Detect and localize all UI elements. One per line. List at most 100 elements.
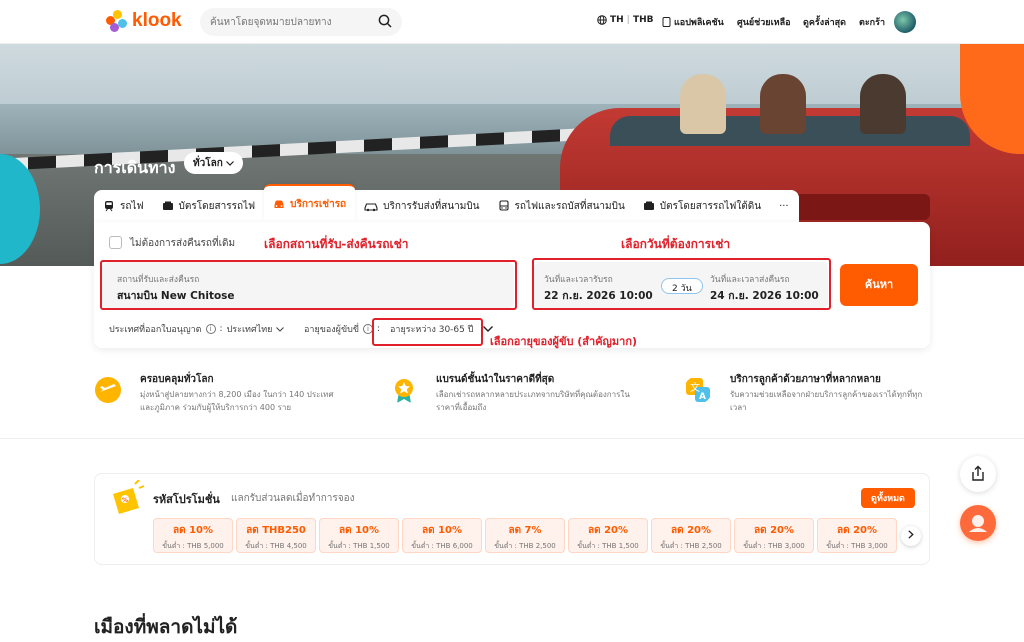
help-label: ศูนย์ช่วยเหลือ <box>737 18 791 28</box>
tab-label: บัตรโดยสารรถไฟ <box>178 200 256 212</box>
license-value: ประเทศไทย <box>226 325 273 335</box>
hero-passenger <box>860 74 906 134</box>
share-button[interactable] <box>960 456 996 492</box>
coupon-minimum: ขั้นต่ำ : THB 5,000 <box>162 542 224 550</box>
app-link[interactable]: แอปพลิเคชัน <box>662 15 724 29</box>
tab-label: รถไฟและรถบัสที่สนามบิน <box>514 200 625 212</box>
user-avatar[interactable] <box>894 11 916 33</box>
more-tabs-button[interactable]: ··· <box>770 190 798 222</box>
support-agent-icon <box>969 515 987 532</box>
tab-airport-bus[interactable]: รถไฟและรถบัสที่สนามบิน <box>489 190 634 222</box>
annotation-location: เลือกสถานที่รับ-ส่งคืนรถเช่า <box>264 237 409 251</box>
license-label: ประเทศที่ออกใบอนุญาต <box>109 325 202 335</box>
coupon-list: ลด 10% ขั้นต่ำ : THB 5,000 ลด THB250 ขั้นต… <box>153 518 901 554</box>
chevron-down-icon <box>225 160 234 166</box>
promo-tag-icon: % <box>113 480 145 514</box>
promo-subtitle: แลกรับส่วนลดเมื่อทำการจอง <box>231 493 355 504</box>
language-currency-selector[interactable]: TH | THB <box>597 15 654 25</box>
svg-text:A: A <box>699 392 706 402</box>
coupon-card[interactable]: ลด THB250 ขั้นต่ำ : THB 4,500 <box>236 518 316 553</box>
see-all-promos-button[interactable]: ดูทั้งหมด <box>861 488 915 508</box>
search-icon[interactable] <box>378 14 392 28</box>
cart-label: ตะกร้า <box>859 18 886 28</box>
tab-train[interactable]: รถไฟ <box>94 190 153 222</box>
airplane-icon <box>95 377 121 403</box>
recent-label: ดูครั้งล่าสุด <box>803 18 847 28</box>
medal-icon <box>395 379 413 403</box>
coupon-discount: ลด 10% <box>421 525 463 536</box>
chat-support-button[interactable] <box>960 505 996 541</box>
different-return-checkbox[interactable] <box>109 236 122 249</box>
coupon-card[interactable]: ลด 20% ขั้นต่ำ : THB 1,500 <box>568 518 648 553</box>
feature-title: แบรนด์ชั้นนำในราคาดีที่สุด <box>436 374 555 385</box>
tab-label: บริการเช่ารถ <box>290 198 347 210</box>
translate-icon: 文A <box>686 378 710 402</box>
coupon-card[interactable]: ลด 10% ขั้นต่ำ : THB 6,000 <box>402 518 482 553</box>
search-button[interactable]: ค้นหา <box>840 264 918 306</box>
tab-label: บริการรับส่งที่สนามบิน <box>383 200 480 212</box>
svg-text:%: % <box>122 497 128 504</box>
coupon-minimum: ขั้นต่ำ : THB 4,500 <box>245 542 307 550</box>
coupon-card[interactable]: ลด 20% ขั้นต่ำ : THB 3,000 <box>817 518 897 553</box>
coupon-card[interactable]: ลด 20% ขั้นต่ำ : THB 2,500 <box>651 518 731 553</box>
features-row: ครอบคลุมทั่วโลก มุ่งหน้าสู่ปลายทางกว่า 8… <box>94 372 930 428</box>
help-center-link[interactable]: ศูนย์ช่วยเหลือ <box>737 15 791 29</box>
promo-code-section: % รหัสโปรโมชั่น แลกรับส่วนลดเมื่อทำการจอ… <box>94 473 930 565</box>
region-label: ทั่วโลก <box>193 157 223 169</box>
recently-viewed-link[interactable]: ดูครั้งล่าสุด <box>803 15 846 29</box>
section-divider <box>0 438 1024 439</box>
coupon-minimum: ขั้นต่ำ : THB 3,000 <box>743 542 805 550</box>
page-title: การเดินทาง <box>94 158 176 177</box>
cart-link[interactable]: ตะกร้า <box>859 15 885 29</box>
coupon-card[interactable]: ลด 20% ขั้นต่ำ : THB 3,000 <box>734 518 814 553</box>
info-icon[interactable]: i <box>205 324 216 334</box>
phone-icon <box>662 17 671 27</box>
car-rental-search-form: ไม่ต้องการส่งคืนรถที่เดิม เลือกสถานที่รั… <box>94 222 930 348</box>
tab-rail-pass[interactable]: บัตรโดยสารรถไฟ <box>153 190 265 222</box>
feature-desc: รับความช่วยเหลือจากฝ่ายบริการลูกค้าของเร… <box>730 390 923 412</box>
share-icon <box>972 465 984 481</box>
annotation-box-location <box>100 260 517 310</box>
klook-logo[interactable]: klook <box>106 10 182 32</box>
coupon-minimum: ขั้นต่ำ : THB 6,000 <box>411 542 473 550</box>
coupon-minimum: ขั้นต่ำ : THB 1,500 <box>577 542 639 550</box>
currency-label: THB <box>632 15 654 25</box>
language-label: TH <box>610 15 624 25</box>
bus-icon <box>498 200 509 211</box>
globe-icon <box>597 15 607 25</box>
coupon-discount: ลด 20% <box>753 525 795 536</box>
coupon-minimum: ขั้นต่ำ : THB 3,000 <box>826 542 888 550</box>
region-selector[interactable]: ทั่วโลก <box>184 152 243 174</box>
annotation-age: เลือกอายุของผู้ขับ (สำคัญมาก) <box>490 335 638 348</box>
tab-airport-transfer[interactable]: บริการรับส่งที่สนามบิน <box>355 190 488 222</box>
coupon-minimum: ขั้นต่ำ : THB 1,500 <box>328 542 390 550</box>
license-country-selector[interactable]: ประเทศที่ออกใบอนุญาต i : ประเทศไทย <box>109 322 285 336</box>
search-input[interactable]: ค้นหาโดยจุดหมายปลายทาง <box>200 8 402 36</box>
coupon-discount: ลด THB250 <box>246 525 306 536</box>
chevron-down-icon <box>276 326 285 332</box>
feature-title: ครอบคลุมทั่วโลก <box>140 374 214 385</box>
klook-logo-icon <box>106 10 128 32</box>
tab-label: บัตรโดยสารรถไฟใต้ดิน <box>659 200 762 212</box>
feature-title: บริการลูกค้าด้วยภาษาที่หลากหลาย <box>730 374 881 385</box>
coupon-discount: ลด 7% <box>508 525 542 536</box>
annotation-box-date <box>532 258 831 310</box>
feature-desc: เลือกเช่ารถหลากหลายประเภทจากบริษัทที่คุณ… <box>436 390 630 412</box>
coupon-next-button[interactable] <box>901 526 921 546</box>
tab-label: รถไฟ <box>120 200 144 212</box>
tab-car-rental[interactable]: บริการเช่ารถ <box>264 184 356 222</box>
coupon-discount: ลด 20% <box>670 525 712 536</box>
coupon-card[interactable]: ลด 10% ขั้นต่ำ : THB 5,000 <box>153 518 233 553</box>
tab-metro-pass[interactable]: บัตรโดยสารรถไฟใต้ดิน <box>634 190 770 222</box>
coupon-card[interactable]: ลด 10% ขั้นต่ำ : THB 1,500 <box>319 518 399 553</box>
hero-passenger <box>760 74 806 134</box>
coupon-discount: ลด 20% <box>587 525 629 536</box>
metro-icon <box>643 201 654 210</box>
coupon-minimum: ขั้นต่ำ : THB 2,500 <box>494 542 556 550</box>
coupon-card[interactable]: ลด 7% ขั้นต่ำ : THB 2,500 <box>485 518 565 553</box>
feature-desc: มุ่งหน้าสู่ปลายทางกว่า 8,200 เมือง ในกว่… <box>140 390 334 412</box>
coupon-discount: ลด 10% <box>172 525 214 536</box>
separator: | <box>626 15 630 25</box>
train-icon <box>105 201 113 212</box>
coupon-minimum: ขั้นต่ำ : THB 2,500 <box>660 542 722 550</box>
